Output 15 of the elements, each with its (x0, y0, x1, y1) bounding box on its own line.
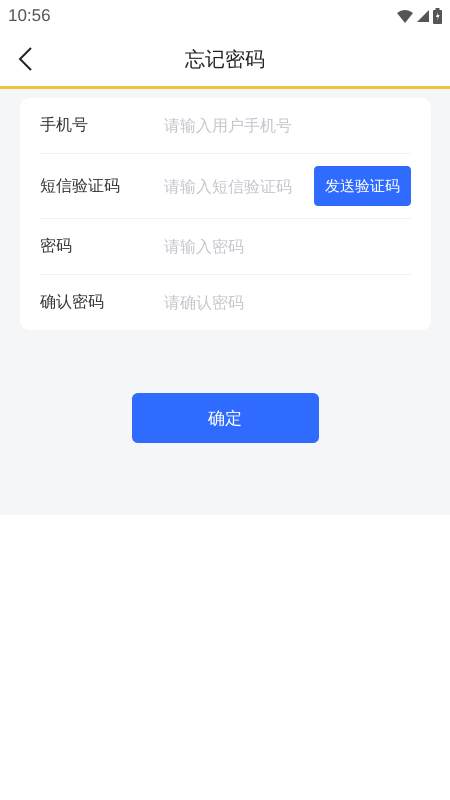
input-field[interactable]: 请确认密码 (164, 293, 411, 312)
input-field[interactable]: 请输入密码 (164, 237, 411, 256)
battery-icon (433, 8, 442, 24)
confirm-button[interactable]: 确定 (132, 393, 318, 443)
field-label: 手机号 (40, 115, 89, 136)
input-field[interactable]: 请输入用户手机号 (164, 116, 411, 135)
input-field[interactable]: 请输入短信验证码 (164, 176, 314, 196)
wifi-icon (397, 10, 413, 22)
signal-icon (417, 10, 429, 22)
send-code-button[interactable]: 发送验证码 (314, 166, 411, 206)
page-title: 忘记密码 (185, 46, 265, 72)
field-label: 确认密码 (40, 292, 105, 313)
field-label: 密码 (40, 236, 73, 257)
status-time: 10:56 (8, 6, 51, 26)
field-label: 短信验证码 (40, 176, 121, 196)
